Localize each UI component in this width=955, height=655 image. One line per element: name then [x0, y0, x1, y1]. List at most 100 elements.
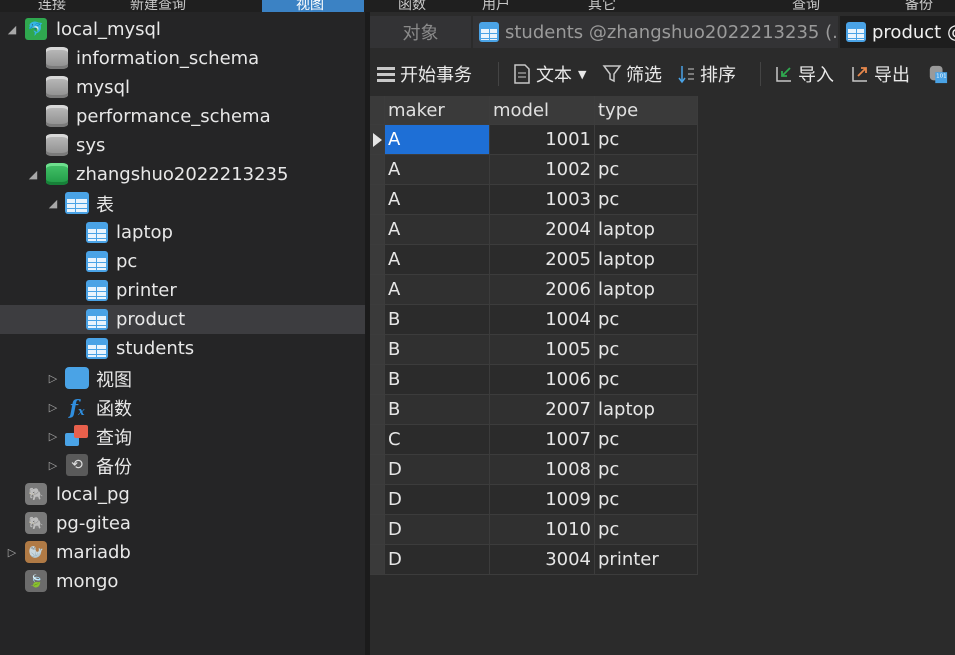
- cell-maker[interactable]: C: [384, 424, 490, 455]
- cell-type[interactable]: pc: [594, 154, 698, 185]
- tree-item-table-pc[interactable]: pc: [0, 247, 365, 276]
- cell-maker[interactable]: A: [384, 214, 490, 245]
- cell-maker[interactable]: B: [384, 334, 490, 365]
- table-row[interactable]: D 1008 pc: [370, 454, 698, 485]
- cell-model[interactable]: 1004: [489, 304, 595, 335]
- tree-item-tables-group[interactable]: ◢ 表: [0, 189, 365, 218]
- export-button[interactable]: 导出: [850, 60, 910, 88]
- cell-maker[interactable]: A: [384, 274, 490, 305]
- cell-maker[interactable]: B: [384, 304, 490, 335]
- tree-item-local-mysql[interactable]: ◢ 🐬 local_mysql: [0, 15, 365, 44]
- tree-item-local-pg[interactable]: 🐘 local_pg: [0, 480, 365, 509]
- cell-maker[interactable]: D: [384, 454, 490, 485]
- cell-model[interactable]: 1007: [489, 424, 595, 455]
- cell-model[interactable]: 2004: [489, 214, 595, 245]
- import-button[interactable]: 导入: [774, 60, 834, 88]
- tree-item-table-students[interactable]: students: [0, 334, 365, 363]
- cell-maker[interactable]: D: [384, 484, 490, 515]
- column-header-model[interactable]: model: [489, 96, 595, 125]
- tree-item-table-printer[interactable]: printer: [0, 276, 365, 305]
- cell-type[interactable]: pc: [594, 454, 698, 485]
- row-gutter[interactable]: [370, 244, 385, 275]
- cell-model[interactable]: 2006: [489, 274, 595, 305]
- cell-model[interactable]: 1006: [489, 364, 595, 395]
- tree-item-pg-gitea[interactable]: 🐘 pg-gitea: [0, 509, 365, 538]
- expanded-arrow-icon[interactable]: ◢: [6, 23, 18, 36]
- table-row[interactable]: A 2004 laptop: [370, 214, 698, 245]
- cell-model[interactable]: 1010: [489, 514, 595, 545]
- row-gutter[interactable]: [370, 124, 385, 155]
- row-gutter[interactable]: [370, 514, 385, 545]
- cell-type[interactable]: pc: [594, 424, 698, 455]
- table-row[interactable]: D 3004 printer: [370, 544, 698, 575]
- collapsed-arrow-icon[interactable]: ▷: [47, 459, 59, 472]
- sort-button[interactable]: 排序: [676, 60, 736, 88]
- tree-item-mongo[interactable]: 🍃 mongo: [0, 567, 365, 596]
- tree-item-functions[interactable]: ▷ fx 函数: [0, 393, 365, 422]
- cell-maker[interactable]: B: [384, 394, 490, 425]
- cell-type[interactable]: pc: [594, 184, 698, 215]
- collapsed-arrow-icon[interactable]: ▷: [47, 430, 59, 443]
- row-gutter[interactable]: [370, 214, 385, 245]
- collapsed-arrow-icon[interactable]: ▷: [47, 372, 59, 385]
- text-view-button[interactable]: 文本 ▼: [512, 60, 586, 88]
- cell-model[interactable]: 1009: [489, 484, 595, 515]
- expanded-arrow-icon[interactable]: ◢: [47, 197, 59, 210]
- cell-model[interactable]: 1008: [489, 454, 595, 485]
- tree-item-mariadb[interactable]: ▷ 🦭 mariadb: [0, 538, 365, 567]
- cell-model[interactable]: 1003: [489, 184, 595, 215]
- row-gutter[interactable]: [370, 544, 385, 575]
- row-gutter[interactable]: [370, 334, 385, 365]
- collapsed-arrow-icon[interactable]: ▷: [6, 546, 18, 559]
- row-gutter[interactable]: [370, 154, 385, 185]
- cell-maker[interactable]: A: [384, 184, 490, 215]
- column-header-type[interactable]: type: [594, 96, 698, 125]
- cell-maker[interactable]: A: [384, 244, 490, 275]
- table-row[interactable]: A 2005 laptop: [370, 244, 698, 275]
- table-row[interactable]: D 1010 pc: [370, 514, 698, 545]
- cell-maker[interactable]: A: [384, 124, 490, 155]
- column-header-maker[interactable]: maker: [384, 96, 490, 125]
- table-row[interactable]: A 1001 pc: [370, 124, 698, 155]
- row-gutter[interactable]: [370, 184, 385, 215]
- cell-type[interactable]: printer: [594, 544, 698, 575]
- tree-item-zhangshuo[interactable]: ◢ zhangshuo2022213235: [0, 160, 365, 189]
- cell-type[interactable]: pc: [594, 364, 698, 395]
- tree-item-queries[interactable]: ▷ 查询: [0, 422, 365, 451]
- table-row[interactable]: A 1002 pc: [370, 154, 698, 185]
- table-row[interactable]: C 1007 pc: [370, 424, 698, 455]
- row-gutter[interactable]: [370, 394, 385, 425]
- cell-maker[interactable]: D: [384, 514, 490, 545]
- cell-model[interactable]: 3004: [489, 544, 595, 575]
- row-gutter[interactable]: [370, 484, 385, 515]
- cell-type[interactable]: pc: [594, 484, 698, 515]
- cell-type[interactable]: laptop: [594, 244, 698, 275]
- tree-item-mysql[interactable]: mysql: [0, 73, 365, 102]
- table-row[interactable]: B 2007 laptop: [370, 394, 698, 425]
- cell-type[interactable]: laptop: [594, 274, 698, 305]
- tree-item-table-laptop[interactable]: laptop: [0, 218, 365, 247]
- tree-item-sys[interactable]: sys: [0, 131, 365, 160]
- table-row[interactable]: A 2006 laptop: [370, 274, 698, 305]
- cell-type[interactable]: pc: [594, 304, 698, 335]
- row-gutter[interactable]: [370, 424, 385, 455]
- cell-type[interactable]: laptop: [594, 394, 698, 425]
- binary-data-button[interactable]: 101: [928, 60, 952, 88]
- tab-students[interactable]: students @zhangshuo2022213235 (...: [473, 16, 838, 48]
- cell-maker[interactable]: A: [384, 154, 490, 185]
- table-row[interactable]: D 1009 pc: [370, 484, 698, 515]
- row-gutter[interactable]: [370, 304, 385, 335]
- table-row[interactable]: B 1006 pc: [370, 364, 698, 395]
- table-row[interactable]: B 1005 pc: [370, 334, 698, 365]
- cell-maker[interactable]: D: [384, 544, 490, 575]
- tree-item-backups[interactable]: ▷ ⟲ 备份: [0, 451, 365, 480]
- cell-model[interactable]: 1005: [489, 334, 595, 365]
- row-gutter[interactable]: [370, 274, 385, 305]
- filter-button[interactable]: 筛选: [602, 60, 662, 88]
- cell-type[interactable]: pc: [594, 334, 698, 365]
- cell-model[interactable]: 1002: [489, 154, 595, 185]
- row-gutter[interactable]: [370, 364, 385, 395]
- row-gutter[interactable]: [370, 454, 385, 485]
- cell-type[interactable]: laptop: [594, 214, 698, 245]
- cell-type[interactable]: pc: [594, 514, 698, 545]
